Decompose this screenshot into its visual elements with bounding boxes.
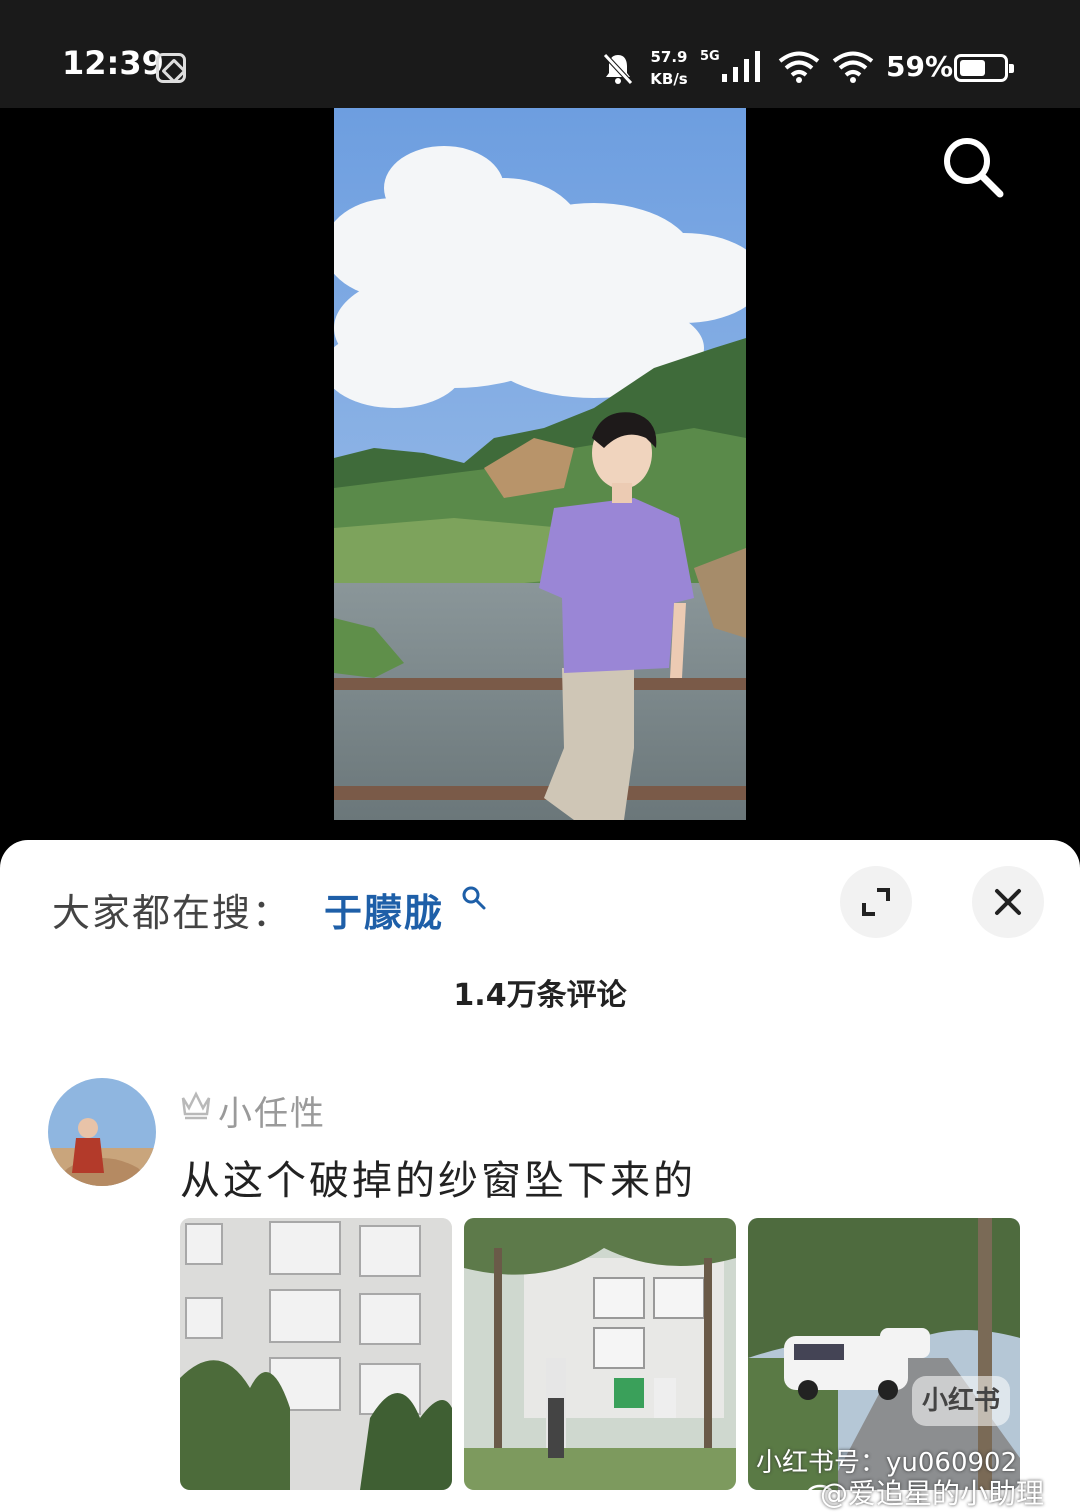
battery-fill xyxy=(960,60,985,76)
net-speed: 57.9 KB/s xyxy=(644,46,694,90)
trending-label: 大家都在搜： xyxy=(52,891,293,935)
crown-icon xyxy=(181,1091,211,1120)
comment-username[interactable]: 小任性 xyxy=(218,1086,326,1135)
close-button[interactable] xyxy=(972,866,1044,938)
net-speed-value: 57.9 xyxy=(650,48,688,66)
status-bar: 12:39 57.9 KB/s 5G 59% xyxy=(0,0,1080,108)
video-frame[interactable] xyxy=(334,108,746,820)
net-speed-unit: KB/s xyxy=(650,70,688,88)
watermark-badge: 小红书 xyxy=(912,1376,1010,1426)
wifi-icon xyxy=(832,51,874,83)
trending-search-link[interactable]: 于朦胧 xyxy=(324,882,444,937)
expand-button[interactable] xyxy=(840,866,912,938)
battery-icon xyxy=(954,54,1014,82)
screenshot-app-icon xyxy=(156,53,186,83)
close-icon xyxy=(995,889,1021,915)
comment-image[interactable] xyxy=(180,1218,452,1490)
expand-icon xyxy=(862,888,890,916)
comment-count: 1.4万条评论 xyxy=(453,978,627,1013)
watermark-weibo: @爱追星的小助理 xyxy=(820,1477,1045,1510)
video-player[interactable] xyxy=(0,108,1080,848)
bell-muted-icon xyxy=(603,53,633,85)
battery-percent: 59% xyxy=(886,50,954,83)
search-icon[interactable] xyxy=(938,132,1006,200)
search-icon[interactable] xyxy=(460,884,488,912)
comment-image[interactable] xyxy=(464,1218,736,1490)
avatar[interactable] xyxy=(48,1078,156,1186)
signal-icon xyxy=(722,51,760,82)
wifi-icon xyxy=(778,51,820,83)
comment-text: 从这个破掉的纱窗坠下来的 xyxy=(180,1158,696,1204)
status-time: 12:39 xyxy=(62,44,164,82)
